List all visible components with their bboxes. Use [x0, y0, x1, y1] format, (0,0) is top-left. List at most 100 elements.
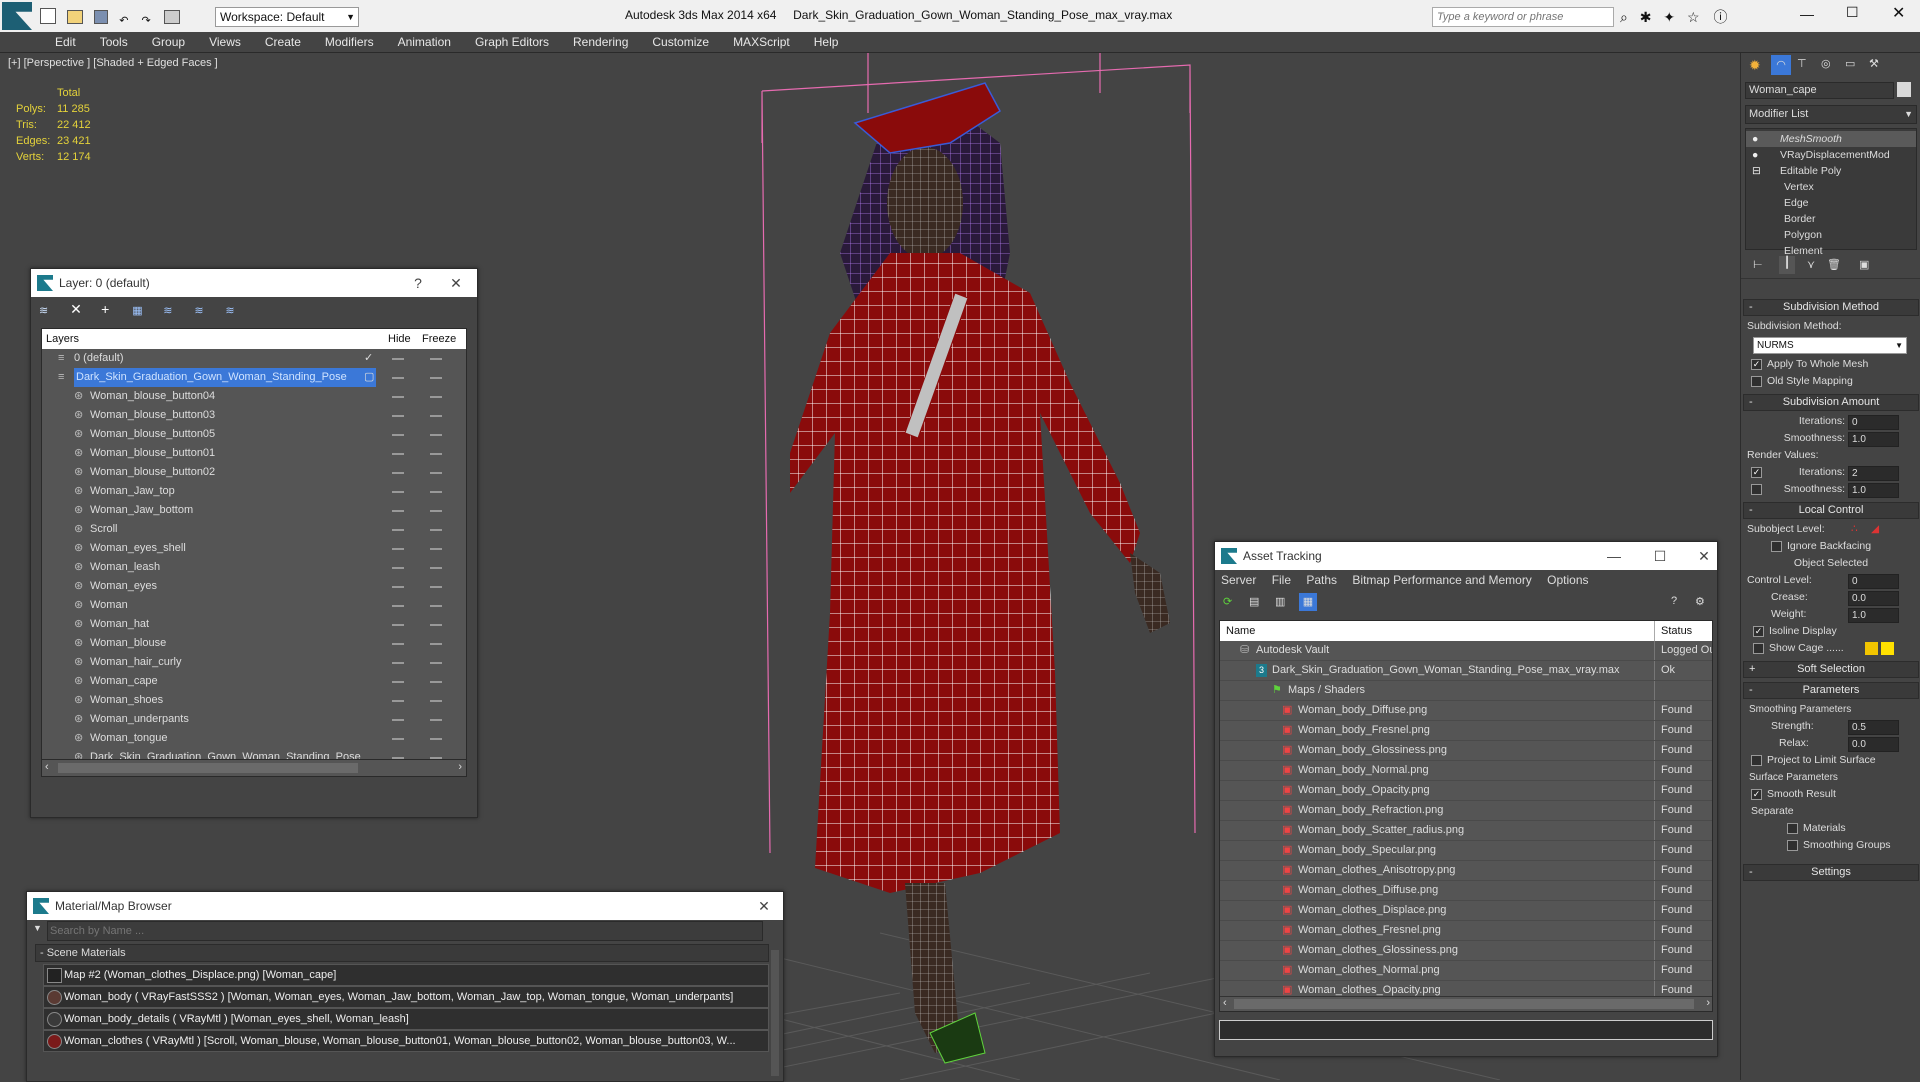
hide-toggle[interactable]	[392, 434, 404, 436]
freeze-toggle[interactable]	[430, 624, 442, 626]
asset-maximize-button[interactable]: ☐	[1645, 542, 1675, 570]
render-smoothness-spinner[interactable]: 1.0	[1848, 483, 1899, 498]
modifier-stack-item[interactable]: ⊟ Editable Poly	[1746, 163, 1916, 179]
render-iterations-checkbox[interactable]: ✓	[1751, 467, 1762, 478]
layer-object-row[interactable]: ⊛ Woman_blouse_button04	[42, 387, 466, 406]
hide-toggle[interactable]	[392, 567, 404, 569]
layer-object-row[interactable]: ⊛ Woman	[42, 596, 466, 615]
hide-toggle[interactable]	[392, 396, 404, 398]
remove-modifier-icon[interactable]: 🗑	[1827, 258, 1841, 271]
hide-toggle[interactable]	[392, 719, 404, 721]
asset-row[interactable]: ▣ Woman_clothes_Normal.png Found	[1220, 961, 1712, 981]
app-logo-icon[interactable]	[2, 2, 32, 30]
make-unique-icon[interactable]: ⋎	[1807, 258, 1815, 271]
undo-icon[interactable]: ↶	[119, 15, 128, 27]
render-iterations-spinner[interactable]: 2	[1848, 466, 1899, 481]
asset-row[interactable]: ⛁ Autodesk Vault Logged Ou	[1220, 641, 1712, 661]
browser-options-icon[interactable]: ▼	[33, 923, 42, 933]
hide-toggle[interactable]	[392, 548, 404, 550]
scene-materials-group[interactable]: - Scene Materials	[35, 944, 769, 962]
hide-toggle[interactable]	[392, 643, 404, 645]
subobject-level-item[interactable]: Polygon	[1746, 227, 1916, 243]
material-item[interactable]: Map #2 (Woman_clothes_Displace.png) [Wom…	[43, 964, 769, 986]
layer-object-row[interactable]: ⊛ Woman_blouse_button01	[42, 444, 466, 463]
menu-help[interactable]: Help	[802, 32, 851, 52]
layer-object-row[interactable]: ⊛ Woman_shoes	[42, 691, 466, 710]
local-control-rollout[interactable]: - Local Control	[1743, 502, 1919, 519]
freeze-toggle[interactable]	[430, 643, 442, 645]
minimize-button[interactable]: —	[1800, 6, 1814, 22]
subobject-level-item[interactable]: Edge	[1746, 195, 1916, 211]
add-selected-icon[interactable]: +	[101, 301, 117, 317]
asset-row[interactable]: ▣ Woman_body_Opacity.png Found	[1220, 781, 1712, 801]
freeze-toggle[interactable]	[430, 586, 442, 588]
layer-object-row[interactable]: ⊛ Woman_eyes_shell	[42, 539, 466, 558]
freeze-toggle[interactable]	[430, 662, 442, 664]
strength-spinner[interactable]: 0.5	[1848, 720, 1899, 735]
freeze-toggle[interactable]	[430, 548, 442, 550]
layer-object-row[interactable]: ⊛ Woman_underpants	[42, 710, 466, 729]
cage-color-swatch-2[interactable]	[1881, 642, 1894, 655]
modify-tab-icon[interactable]: ◠	[1771, 55, 1791, 75]
freeze-column-header[interactable]: Freeze	[422, 329, 456, 349]
material-browser-close-button[interactable]: ✕	[749, 892, 779, 920]
asset-menu-options[interactable]: Options	[1547, 573, 1588, 587]
show-cage-checkbox[interactable]: Show Cage ......	[1741, 640, 1920, 657]
freeze-toggle[interactable]	[430, 358, 442, 360]
layer-row[interactable]: ≡ 0 (default) ✓	[42, 349, 466, 368]
layer-object-row[interactable]: ⊛ Woman_Jaw_top	[42, 482, 466, 501]
menu-maxscript[interactable]: MAXScript	[721, 32, 802, 52]
communication-icon[interactable]: ✦	[1663, 9, 1675, 25]
layer-object-row[interactable]: ⊛ Woman_cape	[42, 672, 466, 691]
hide-toggle[interactable]	[392, 472, 404, 474]
asset-row[interactable]: ▣ Woman_body_Fresnel.png Found	[1220, 721, 1712, 741]
help-icon[interactable]: ⓘ	[1713, 9, 1727, 25]
name-column-header[interactable]: Name	[1220, 625, 1255, 637]
asset-row[interactable]: ▣ Woman_body_Normal.png Found	[1220, 761, 1712, 781]
edge-level-icon[interactable]: ◢	[1871, 521, 1879, 538]
asset-menu-server[interactable]: Server	[1221, 573, 1256, 587]
hide-toggle[interactable]	[392, 377, 404, 379]
asset-row[interactable]: ▣ Woman_body_Refraction.png Found	[1220, 801, 1712, 821]
asset-horizontal-scrollbar[interactable]: ‹ ›	[1220, 996, 1712, 1011]
asset-row[interactable]: ▣ Woman_body_Specular.png Found	[1220, 841, 1712, 861]
search-input[interactable]	[1433, 8, 1609, 26]
material-item[interactable]: Woman_clothes ( VRayMtl ) [Scroll, Woman…	[43, 1030, 769, 1052]
material-search-input[interactable]	[47, 921, 763, 941]
settings-rollout[interactable]: - Settings	[1743, 864, 1919, 881]
hide-toggle[interactable]	[392, 662, 404, 664]
menu-graph-editors[interactable]: Graph Editors	[463, 32, 561, 52]
hide-toggle[interactable]	[392, 700, 404, 702]
hide-toggle[interactable]	[392, 529, 404, 531]
asset-tracking-titlebar[interactable]: Asset Tracking — ☐ ✕	[1215, 542, 1717, 570]
old-style-mapping-checkbox[interactable]: Old Style Mapping	[1741, 373, 1920, 390]
configure-sets-icon[interactable]: ▣	[1859, 258, 1869, 271]
freeze-toggle[interactable]	[430, 529, 442, 531]
freeze-toggle[interactable]	[430, 472, 442, 474]
subobject-level-item[interactable]: Vertex	[1746, 179, 1916, 195]
object-color-swatch[interactable]	[1897, 82, 1911, 97]
freeze-toggle[interactable]	[430, 434, 442, 436]
hide-toggle[interactable]	[392, 491, 404, 493]
layer-row[interactable]: ≡ Dark_Skin_Graduation_Gown_Woman_Standin…	[42, 368, 466, 387]
smooth-result-checkbox[interactable]: ✓ Smooth Result	[1741, 786, 1920, 803]
save-file-icon[interactable]	[94, 10, 109, 24]
relax-spinner[interactable]: 0.0	[1848, 737, 1899, 752]
close-button[interactable]: ✕	[1892, 3, 1905, 23]
freeze-toggle[interactable]	[430, 567, 442, 569]
hide-toggle[interactable]	[392, 415, 404, 417]
workspace-dropdown[interactable]: Workspace: Default ▼	[215, 7, 359, 27]
display-tab-icon[interactable]: ▭	[1845, 57, 1855, 70]
menu-group[interactable]: Group	[140, 32, 197, 52]
subobject-level-item[interactable]: Border	[1746, 211, 1916, 227]
weight-spinner[interactable]: 1.0	[1848, 608, 1899, 623]
redo-icon[interactable]: ↷	[141, 15, 150, 27]
layer-object-row[interactable]: ⊛ Woman_blouse_button05	[42, 425, 466, 444]
subdivision-amount-rollout[interactable]: - Subdivision Amount	[1743, 394, 1919, 411]
separate-materials-checkbox[interactable]: Materials	[1741, 820, 1920, 837]
asset-row[interactable]: ▣ Woman_clothes_Diffuse.png Found	[1220, 881, 1712, 901]
layer-help-button[interactable]: ?	[403, 269, 433, 297]
layer-close-button[interactable]: ✕	[441, 269, 471, 297]
project-folder-icon[interactable]	[163, 10, 180, 24]
hide-toggle[interactable]	[392, 358, 404, 360]
